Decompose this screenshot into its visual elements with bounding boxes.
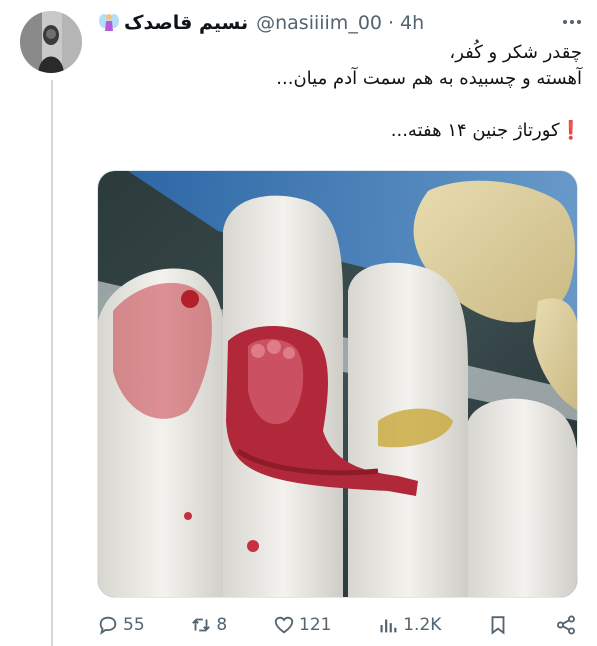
retweet-count: 8 xyxy=(216,615,228,635)
reply-button[interactable]: 55 xyxy=(97,614,145,636)
avatar[interactable] xyxy=(20,11,82,73)
more-dots-icon xyxy=(563,20,567,24)
user-handle[interactable]: @nasiiiim_00 xyxy=(256,12,382,34)
tweet-actions: 55 8 121 1.2K xyxy=(97,610,577,640)
tweet-header: نسیم قاصدک @nasiiiim_00 · 4h xyxy=(98,8,558,38)
tweet-text-line: آهسته و چسبیده به هم سمت آدم میان... xyxy=(276,68,582,89)
tweet-text-line: ❗کورتاژ جنین ۱۴ هفته... xyxy=(390,120,582,141)
like-button[interactable]: 121 xyxy=(273,614,331,636)
reply-count: 55 xyxy=(123,615,145,635)
reply-icon xyxy=(99,616,117,636)
views-count: 1.2K xyxy=(403,615,442,635)
display-name[interactable]: نسیم قاصدک xyxy=(124,12,248,34)
heart-icon xyxy=(274,616,294,634)
tweet-media-image[interactable] xyxy=(97,170,578,598)
timestamp[interactable]: 4h xyxy=(400,12,424,34)
fairy-emoji-icon xyxy=(99,14,119,31)
share-button[interactable] xyxy=(555,614,577,636)
separator-dot: · xyxy=(388,12,395,34)
thread-line xyxy=(51,80,53,646)
bookmark-button[interactable] xyxy=(487,614,509,636)
tweet-text: چقدر شکر و کُفر، آهسته و چسبیده به هم سم… xyxy=(104,40,582,144)
media-photo xyxy=(98,171,577,597)
views-button[interactable]: 1.2K xyxy=(377,614,441,636)
share-icon xyxy=(556,615,575,635)
like-count: 121 xyxy=(299,615,332,635)
retweet-button[interactable]: 8 xyxy=(190,614,227,636)
more-options-button[interactable] xyxy=(560,10,584,34)
views-icon xyxy=(380,619,397,633)
tweet-text-line: چقدر شکر و کُفر، xyxy=(449,42,582,63)
bookmark-icon xyxy=(491,616,505,635)
avatar-image xyxy=(20,11,82,73)
exclamation-emoji-icon: ❗ xyxy=(559,120,582,141)
retweet-icon xyxy=(192,618,211,632)
